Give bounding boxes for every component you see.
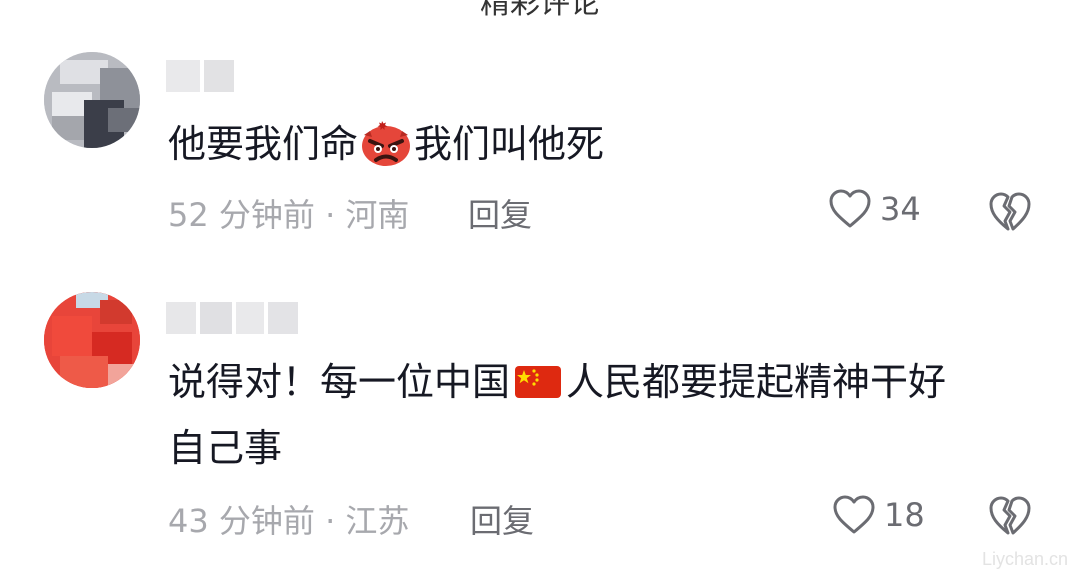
time-location: 43 分钟前 · 江苏 [168,502,410,540]
comment-text-part: 他要我们命 [168,122,359,166]
comment-text: 说得对！每一位中国 人民都要提起精神干好 [168,350,946,414]
broken-heart-icon[interactable] [988,190,1032,234]
comment-text: 他要我们命 我们叫他死 [168,112,604,176]
angry-face-icon [362,121,411,166]
like-button[interactable]: 34 [828,188,921,230]
username-blurred[interactable] [166,60,234,92]
comment-text-line2: 自己事 [168,426,283,470]
like-count: 34 [880,190,921,228]
comment-text-part: 我们叫他死 [414,122,605,166]
reply-button[interactable]: 回复 [470,496,534,542]
china-flag-icon [515,366,562,398]
comment-text-part: 人民都要提起精神干好 [566,360,947,404]
time-location: 52 分钟前 · 河南 [168,196,410,234]
like-count: 18 [884,496,925,534]
comment-meta: 52 分钟前 · 河南 [168,190,409,236]
avatar[interactable] [44,52,140,148]
username-blurred[interactable] [166,302,298,334]
reply-button[interactable]: 回复 [468,190,532,236]
comment-meta: 43 分钟前 · 江苏 [168,496,409,542]
section-title: 精彩评论 [480,0,600,21]
watermark: Liychan.cn [981,549,1068,569]
comment-text-part: 说得对！每一位中国 [168,360,511,404]
heart-icon [833,495,875,534]
heart-icon [829,189,871,228]
broken-heart-icon[interactable] [988,494,1032,538]
like-button[interactable]: 18 [832,494,925,536]
avatar[interactable] [44,292,140,388]
